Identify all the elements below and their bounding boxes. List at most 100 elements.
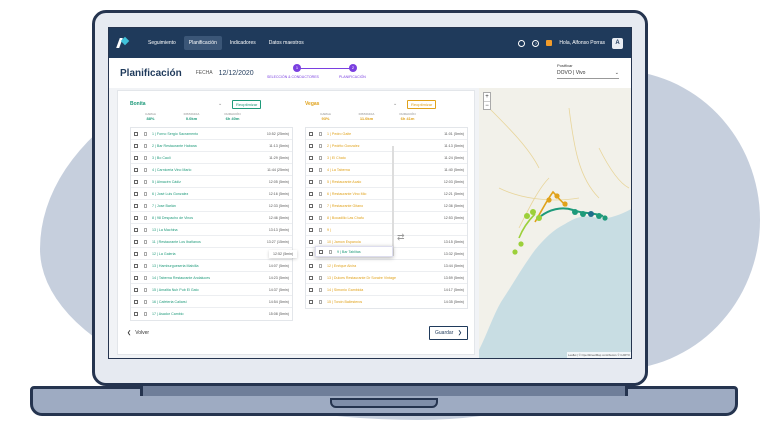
row-checkbox[interactable] <box>134 203 138 208</box>
table-row[interactable]: 13 | Hamburgueseria Malvilla 14:07 (5min) <box>131 260 292 272</box>
document-icon[interactable] <box>144 312 147 316</box>
document-icon[interactable] <box>144 275 147 280</box>
document-icon[interactable] <box>144 179 147 184</box>
map-marker[interactable] <box>554 193 560 199</box>
map-marker[interactable] <box>562 201 568 207</box>
table-row[interactable]: 13 | Dulces Restaurante Dr Soraire Vinta… <box>306 272 467 284</box>
row-checkbox[interactable] <box>309 227 313 232</box>
row-checkbox[interactable] <box>309 191 313 196</box>
row-checkbox[interactable] <box>309 143 313 148</box>
document-icon[interactable] <box>144 167 147 172</box>
row-checkbox[interactable] <box>309 275 313 280</box>
document-icon[interactable] <box>144 299 147 304</box>
table-row[interactable]: 13 | La Machina 13:13 (5min) <box>131 224 292 236</box>
table-row[interactable]: 1 | Pedro Gaite 11:01 (5min) <box>306 128 467 140</box>
table-row[interactable]: 12 | Enrique Alvira 13:44 (5min) <box>306 260 467 272</box>
row-checkbox[interactable] <box>309 287 313 292</box>
row-checkbox[interactable] <box>309 215 313 220</box>
map-marker[interactable] <box>596 213 602 219</box>
tab-datos-maestros[interactable]: Datos maestros <box>264 36 309 50</box>
document-icon[interactable] <box>144 155 147 160</box>
table-row[interactable]: 17 | Asador Cambio 15:08 (5min) <box>131 308 292 320</box>
row-checkbox[interactable] <box>134 312 138 316</box>
row-checkbox[interactable] <box>134 143 138 148</box>
row-checkbox[interactable] <box>134 131 138 136</box>
table-row[interactable]: 3 | El Chato 11:24 (5min) <box>306 152 467 164</box>
row-checkbox[interactable] <box>309 300 313 304</box>
row-checkbox[interactable] <box>309 263 313 268</box>
map-marker[interactable] <box>524 213 530 219</box>
table-row[interactable]: 4 | Carniceria Vino Marlo 11:44 (25min) <box>131 164 292 176</box>
row-checkbox[interactable] <box>134 167 138 172</box>
document-icon[interactable] <box>319 203 322 208</box>
document-icon[interactable] <box>144 203 147 208</box>
row-checkbox[interactable] <box>309 179 313 184</box>
row-checkbox[interactable] <box>134 263 138 268</box>
dragging-row[interactable]: 9 | Bar Tablitas <box>315 246 393 257</box>
table-row[interactable]: 14 | Taberna Restaurante Andaluces 14:23 … <box>131 272 292 284</box>
row-checkbox[interactable] <box>134 179 138 184</box>
table-row[interactable]: 15 | Torcin Ballesteros 14:35 (5min) <box>306 296 467 308</box>
document-icon[interactable] <box>319 167 322 172</box>
document-icon[interactable] <box>144 251 147 256</box>
table-row[interactable]: 9 | <box>306 224 467 236</box>
left-list-scrollbar[interactable] <box>392 146 394 256</box>
table-row[interactable]: 15 | Amaltia Nuh Pub El Gato 14:37 (5min) <box>131 284 292 296</box>
document-icon[interactable] <box>319 287 322 292</box>
route-name-right[interactable]: Vegas <box>305 101 393 107</box>
table-row[interactable]: 7 | Restaurante Gitano 12:36 (5min) <box>306 200 467 212</box>
document-icon[interactable] <box>144 263 147 268</box>
map-marker[interactable] <box>546 197 552 203</box>
table-row[interactable]: 2 | Bar Restaurante Habana 11:13 (5min) <box>131 140 292 152</box>
table-row[interactable]: 16 | Cafeteria Caliarsi 14:54 (5min) <box>131 296 292 308</box>
map-marker[interactable] <box>536 215 542 221</box>
map-marker[interactable] <box>518 241 524 247</box>
row-checkbox[interactable] <box>309 239 313 244</box>
table-row[interactable]: 5 | Almacén Cádiz 12:05 (5min) <box>131 176 292 188</box>
tab-indicadores[interactable]: Indicadores <box>225 36 261 50</box>
document-icon[interactable] <box>319 131 322 136</box>
map-marker[interactable] <box>512 249 518 255</box>
table-row[interactable]: 14 | Simonio Gambiola 14:17 (5min) <box>306 284 467 296</box>
table-row[interactable]: 6 | José Luis Gonzalez 12:16 (5min) <box>131 188 292 200</box>
row-checkbox[interactable] <box>319 249 323 254</box>
rss-icon[interactable] <box>546 40 553 46</box>
document-icon[interactable] <box>319 143 322 148</box>
row-checkbox[interactable] <box>309 167 313 172</box>
document-icon[interactable] <box>144 239 147 244</box>
tab-seguimiento[interactable]: Seguimiento <box>143 36 181 50</box>
document-icon[interactable] <box>144 287 147 292</box>
map-marker[interactable] <box>530 209 536 215</box>
table-row[interactable]: 8 | Bocadillo Las Chafu 12:53 (5min) <box>306 212 467 224</box>
document-icon[interactable] <box>319 179 322 184</box>
table-row[interactable]: 8 | 98 Despacho de Vinos 12:46 (5min) <box>131 212 292 224</box>
tab-planificacion[interactable]: Planificación <box>183 36 222 50</box>
postfix-select[interactable]: DOVO | Vivo ⌄ <box>557 70 619 79</box>
table-row[interactable]: 1 | Forno Sergio Sacramento 10:52 (25min) <box>131 128 292 140</box>
row-checkbox[interactable] <box>309 155 313 160</box>
avatar[interactable]: A <box>612 37 623 49</box>
row-checkbox[interactable] <box>134 251 138 256</box>
document-icon[interactable] <box>319 227 322 232</box>
chevron-down-icon[interactable]: ⌄ <box>393 101 407 107</box>
document-icon[interactable] <box>144 143 147 148</box>
table-row[interactable]: 11 | Restaurante Los Ibañanos 13:27 (15mi… <box>131 236 292 248</box>
table-row[interactable]: 12 | La Galeria13:52 (5min) <box>131 248 292 260</box>
reoptimize-button-right[interactable]: Reoptimizar <box>407 99 437 109</box>
date-value[interactable]: 12/12/2020 <box>219 70 254 77</box>
row-checkbox[interactable] <box>309 251 313 256</box>
table-row[interactable]: 5 | Restaurante Acalo 12:03 (5min) <box>306 176 467 188</box>
document-icon[interactable] <box>319 275 322 280</box>
route-map[interactable]: + − Leaflet | © OpenStreetMap contributo… <box>479 88 631 358</box>
document-icon[interactable] <box>144 215 147 220</box>
row-checkbox[interactable] <box>134 155 138 160</box>
table-row[interactable]: 2 | Pedrito Gonzalez 11:13 (5min) <box>306 140 467 152</box>
chevron-down-icon[interactable]: ⌄ <box>218 101 232 107</box>
table-row[interactable]: 7 | Jose Barlán 12:33 (5min) <box>131 200 292 212</box>
step-2-dot[interactable]: 2 <box>349 64 357 72</box>
app-logo-icon[interactable] <box>117 37 129 49</box>
table-row[interactable]: 3 | Bo Caoli 11:29 (5min) <box>131 152 292 164</box>
user-name[interactable]: Alfonso Porras <box>572 40 605 46</box>
route-name-left[interactable]: Bonita <box>130 101 218 107</box>
map-marker[interactable] <box>602 215 608 221</box>
